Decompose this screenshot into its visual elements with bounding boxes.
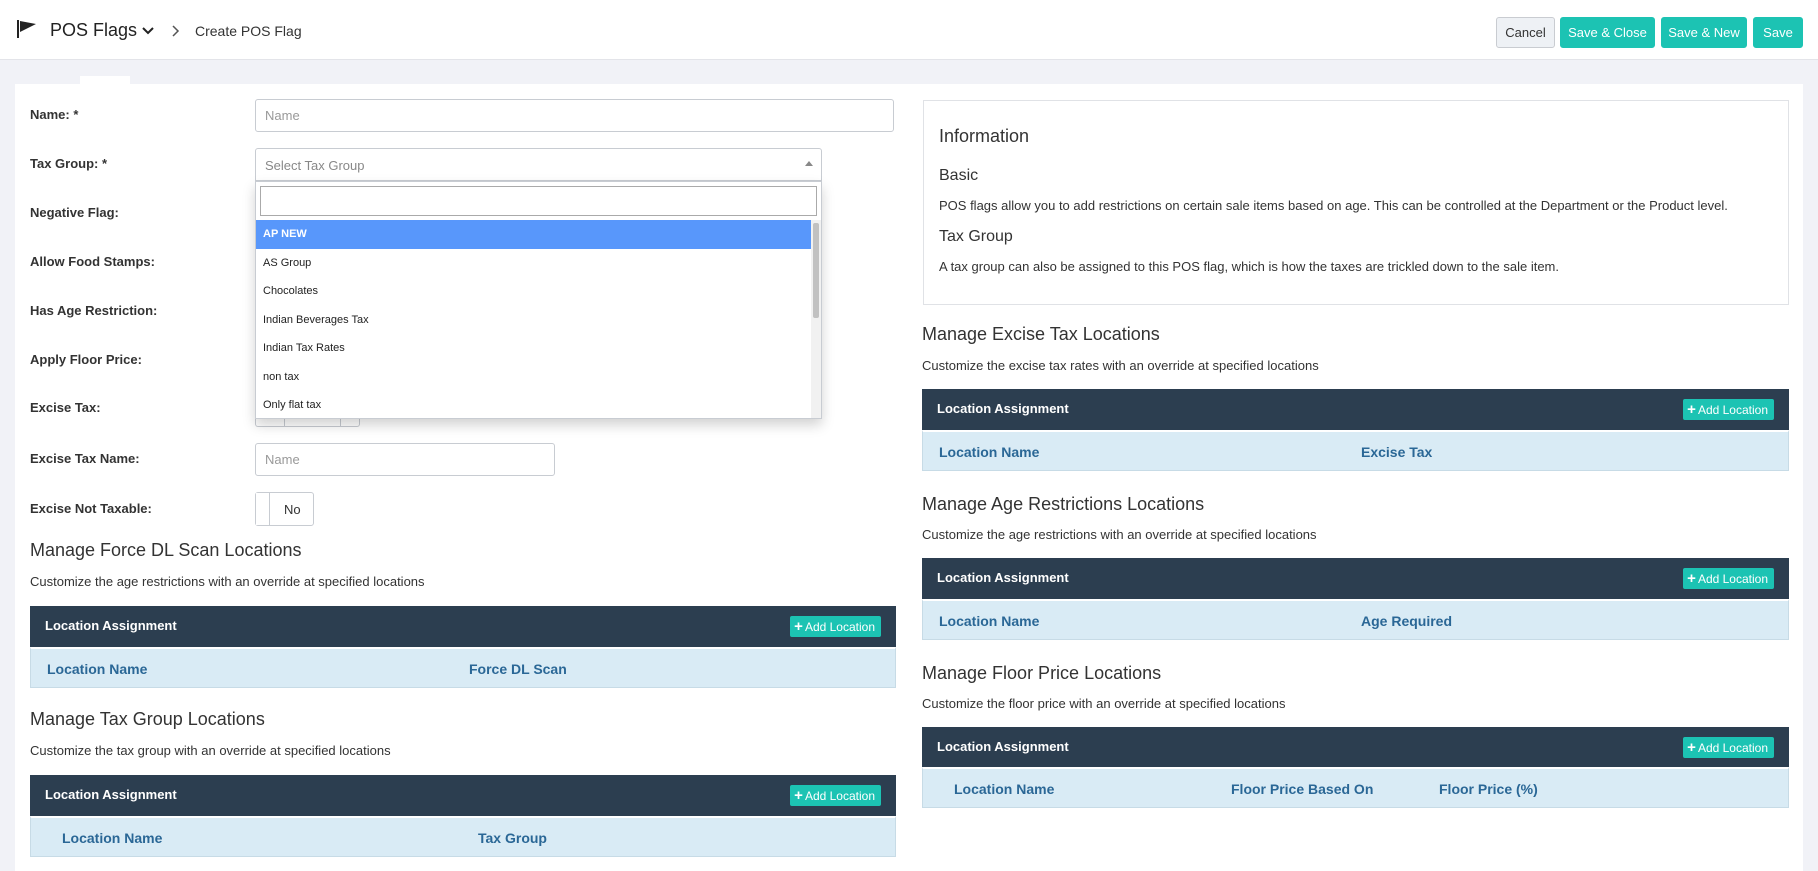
excise-locations-subtitle: Customize the excise tax rates with an o… (922, 358, 1319, 373)
column-header[interactable]: Location Name (939, 444, 1039, 460)
chevron-right-icon (172, 25, 180, 37)
floor-location-bar: Location Assignment + Add Location (922, 727, 1789, 768)
location-assignment-title: Location Assignment (937, 401, 1069, 416)
dropdown-options: AP NEW AS Group Chocolates Indian Beverages… (256, 220, 812, 420)
dropdown-option[interactable]: AS Group (256, 249, 812, 278)
plus-icon: + (1687, 739, 1696, 756)
info-heading: Information (939, 126, 1030, 146)
column-header[interactable]: Floor Price (%) (1439, 781, 1538, 797)
caret-up-icon (805, 161, 813, 166)
column-header[interactable]: Floor Price Based On (1231, 781, 1373, 797)
column-header[interactable]: Tax Group (478, 830, 547, 846)
force-dl-columns: Location Name Force DL Scan (30, 647, 896, 688)
chevron-down-icon[interactable] (140, 24, 156, 38)
dropdown-option[interactable]: Chocolates (256, 277, 812, 306)
apply-floor-price-label: Apply Floor Price: (30, 352, 142, 367)
info-basic-text: POS flags allow you to add restrictions … (939, 198, 1728, 213)
save-new-button[interactable]: Save & New (1661, 17, 1747, 48)
age-location-bar: Location Assignment + Add Location (922, 558, 1789, 599)
age-add-location-button[interactable]: + Add Location (1683, 568, 1774, 589)
negative-flag-label: Negative Flag: (30, 205, 119, 220)
tax-group-label: Tax Group: * (30, 156, 108, 171)
name-label: Name: * (30, 107, 79, 122)
info-tax-group-text: A tax group can also be assigned to this… (939, 259, 1560, 274)
cancel-button[interactable]: Cancel (1496, 17, 1555, 48)
dropdown-search-input[interactable] (260, 186, 817, 216)
tax-group-locations-title: Manage Tax Group Locations (30, 709, 265, 729)
plus-icon: + (794, 787, 803, 804)
tax-group-add-location-button[interactable]: + Add Location (790, 785, 881, 806)
dropdown-option[interactable]: AP NEW (256, 220, 812, 249)
floor-locations-title: Manage Floor Price Locations (922, 663, 1162, 683)
tax-group-select[interactable]: Select Tax Group (255, 148, 822, 181)
excise-add-location-button[interactable]: + Add Location (1683, 399, 1774, 420)
force-dl-location-bar: Location Assignment + Add Location (30, 606, 896, 647)
location-assignment-title: Location Assignment (45, 787, 177, 802)
excise-tax-label: Excise Tax: (30, 400, 101, 415)
plus-icon: + (794, 618, 803, 635)
location-assignment-title: Location Assignment (937, 570, 1069, 585)
dropdown-option[interactable]: non tax (256, 363, 812, 392)
toggle-value: No (284, 502, 301, 517)
tax-group-dropdown: AP NEW AS Group Chocolates Indian Beverages… (255, 181, 822, 419)
dropdown-option[interactable]: Indian Tax Rates (256, 334, 812, 363)
info-basic-title: Basic (939, 167, 979, 184)
save-button[interactable]: Save (1753, 17, 1803, 48)
age-locations-title: Manage Age Restrictions Locations (922, 494, 1205, 514)
dropdown-option[interactable]: Indian Beverages Tax (256, 306, 812, 335)
allow-food-stamps-label: Allow Food Stamps: (30, 254, 155, 269)
column-header[interactable]: Location Name (939, 613, 1039, 629)
flag-icon (17, 20, 36, 38)
age-columns: Location Name Age Required (922, 599, 1789, 640)
excise-not-taxable-toggle[interactable]: No (255, 492, 314, 526)
force-dl-title: Manage Force DL Scan Locations (30, 540, 302, 560)
column-header[interactable]: Location Name (62, 830, 162, 846)
force-dl-add-location-button[interactable]: + Add Location (790, 616, 881, 637)
location-assignment-title: Location Assignment (937, 739, 1069, 754)
tax-group-locations-subtitle: Customize the tax group with an override… (30, 743, 391, 758)
column-header[interactable]: Age Required (1361, 613, 1452, 629)
module-title[interactable]: POS Flags (50, 20, 137, 41)
column-header[interactable]: Excise Tax (1361, 444, 1432, 460)
plus-icon: + (1687, 401, 1696, 418)
scrollbar-thumb[interactable] (813, 223, 819, 318)
floor-columns: Location Name Floor Price Based On Floor… (922, 767, 1789, 808)
excise-not-taxable-label: Excise Not Taxable: (30, 501, 152, 516)
excise-tax-name-label: Excise Tax Name: (30, 451, 140, 466)
dropdown-option[interactable]: Only flat tax (256, 391, 812, 420)
information-box: Information Basic POS flags allow you to… (923, 100, 1789, 305)
has-age-restriction-label: Has Age Restriction: (30, 303, 158, 318)
tax-group-location-bar: Location Assignment + Add Location (30, 775, 896, 816)
tax-group-columns: Location Name Tax Group (30, 816, 896, 857)
info-tax-group-title: Tax Group (939, 228, 1013, 245)
age-locations-subtitle: Customize the age restrictions with an o… (922, 527, 1317, 542)
excise-columns: Location Name Excise Tax (922, 430, 1789, 471)
top-header: POS Flags Create POS Flag Cancel Save & … (0, 0, 1818, 60)
column-header[interactable]: Force DL Scan (469, 661, 567, 677)
floor-locations-subtitle: Customize the floor price with an overri… (922, 696, 1286, 711)
excise-tax-name-input[interactable] (255, 443, 555, 476)
plus-icon: + (1687, 570, 1696, 587)
excise-location-bar: Location Assignment + Add Location (922, 389, 1789, 430)
name-input[interactable] (255, 99, 894, 132)
tax-group-placeholder: Select Tax Group (265, 158, 365, 173)
toggle-knob (256, 493, 270, 525)
excise-locations-title: Manage Excise Tax Locations (922, 324, 1160, 344)
column-header[interactable]: Location Name (47, 661, 147, 677)
breadcrumb: Create POS Flag (195, 23, 302, 39)
force-dl-subtitle: Customize the age restrictions with an o… (30, 574, 425, 589)
save-close-button[interactable]: Save & Close (1560, 17, 1655, 48)
location-assignment-title: Location Assignment (45, 618, 177, 633)
column-header[interactable]: Location Name (954, 781, 1054, 797)
floor-add-location-button[interactable]: + Add Location (1683, 737, 1774, 758)
dropdown-scrollbar[interactable] (811, 220, 821, 418)
